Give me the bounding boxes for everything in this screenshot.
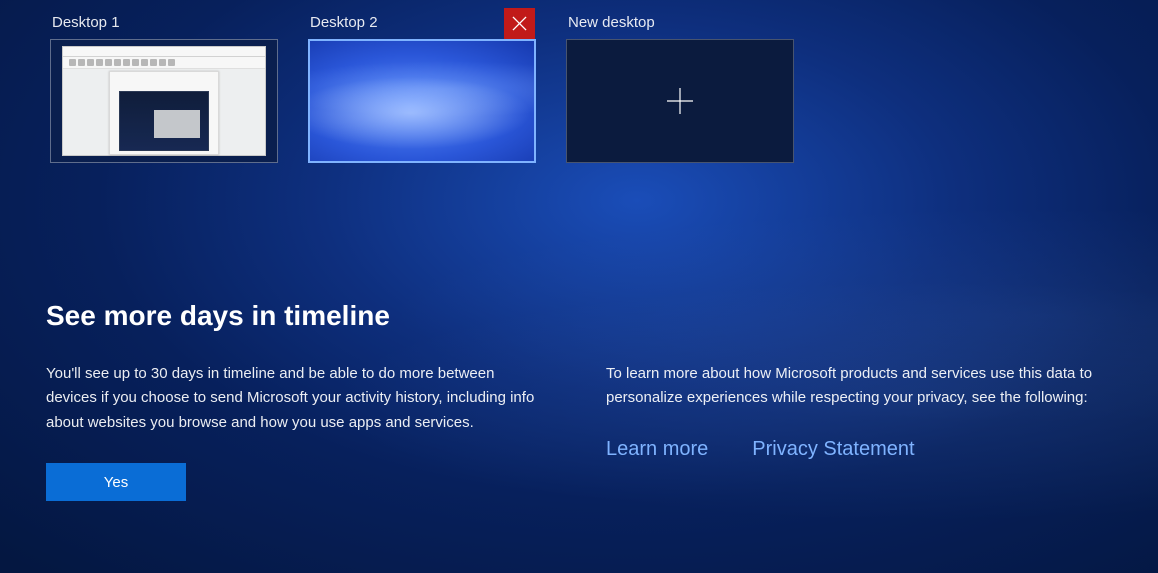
desktop-label: Desktop 2 (308, 8, 536, 39)
desktop-thumbnail-1[interactable] (50, 39, 278, 163)
app-window-preview (62, 46, 266, 156)
learn-more-link[interactable]: Learn more (606, 433, 708, 466)
virtual-desktops-row: Desktop 1 Desktop 2 New desktop (0, 0, 1158, 163)
desktop-label: Desktop 1 (50, 8, 278, 39)
close-desktop-button[interactable] (504, 8, 535, 39)
timeline-prompt: See more days in timeline You'll see up … (46, 300, 1112, 501)
desktop-label-text: Desktop 1 (52, 14, 120, 31)
timeline-heading: See more days in timeline (46, 300, 1112, 332)
new-desktop-button[interactable] (566, 39, 794, 163)
desktop-label: New desktop (566, 8, 794, 39)
desktop-label-text: Desktop 2 (310, 14, 378, 31)
plus-icon (664, 85, 696, 117)
timeline-right-column: To learn more about how Microsoft produc… (606, 362, 1096, 501)
yes-button[interactable]: Yes (46, 463, 186, 501)
desktop-item-new: New desktop (566, 8, 794, 163)
desktop-item-2: Desktop 2 (308, 8, 536, 163)
timeline-links: Learn more Privacy Statement (606, 433, 1096, 466)
close-icon (512, 16, 527, 31)
timeline-columns: You'll see up to 30 days in timeline and… (46, 362, 1112, 501)
timeline-left-column: You'll see up to 30 days in timeline and… (46, 362, 536, 501)
timeline-left-text: You'll see up to 30 days in timeline and… (46, 362, 536, 435)
timeline-right-text: To learn more about how Microsoft produc… (606, 362, 1096, 411)
privacy-statement-link[interactable]: Privacy Statement (752, 433, 914, 466)
desktop-item-1: Desktop 1 (50, 8, 278, 163)
new-desktop-label-text: New desktop (568, 14, 655, 31)
desktop-thumbnail-2[interactable] (308, 39, 536, 163)
